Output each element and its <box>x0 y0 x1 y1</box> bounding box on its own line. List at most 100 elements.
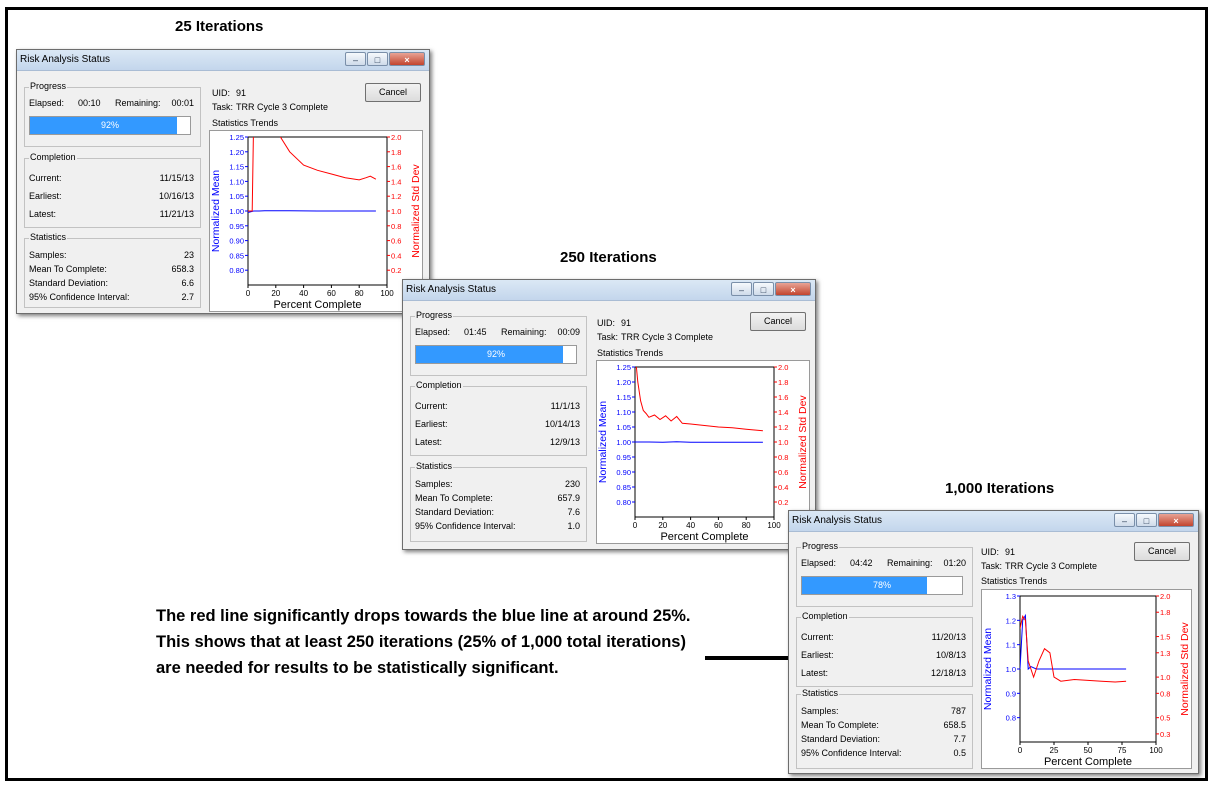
mean-to-complete-value: 658.3 <box>171 264 194 274</box>
current-value: 11/15/13 <box>159 173 194 183</box>
chart-svg: 0 20 40 60 80 100 1.25 1.20 1.15 1.10 1.05 1.00 0.95… <box>210 133 422 311</box>
x-tick-label: 75 <box>1118 746 1127 755</box>
remaining-label: Remaining: <box>887 558 933 568</box>
current-label: Current: <box>801 632 834 642</box>
confidence-interval-value: 2.7 <box>181 292 194 302</box>
y-left-tick-label: 0.9 <box>1006 689 1016 698</box>
samples-label: Samples: <box>801 706 839 716</box>
std-dev-label: Standard Deviation: <box>415 507 495 517</box>
y-right-tick-label: 1.2 <box>391 192 401 201</box>
std-dev-value: 6.6 <box>181 278 194 288</box>
y-right-tick-label: 0.5 <box>1160 714 1170 723</box>
y-left-tick-label: 1.15 <box>229 163 244 172</box>
y-left-tick-label: 0.80 <box>229 266 244 275</box>
progress-bar: 78% <box>801 576 963 595</box>
task-label: Task: <box>597 332 619 342</box>
minimize-button[interactable]: – <box>345 52 366 66</box>
statistics-group: Statistics Samples: 787 Mean To Complete… <box>796 688 973 769</box>
elapsed-value: 04:42 <box>850 558 873 568</box>
progress-percent: 78% <box>872 580 891 590</box>
std-dev-value: 7.6 <box>567 507 580 517</box>
task-value: TRR Cycle 3 Complete <box>1005 561 1098 571</box>
statistics-trends-chart: 0 25 50 75 100 1.3 1.2 1.1 1.0 0.9 0.8 2.0 1.8 1.5 1.3… <box>981 589 1192 769</box>
y-right-tick-label: 0.8 <box>778 453 788 462</box>
y-left-tick-label: 0.80 <box>616 498 631 507</box>
mean-to-complete-value: 657.9 <box>557 493 580 503</box>
close-button[interactable]: × <box>1158 513 1194 527</box>
progress-group: Progress Elapsed: 04:42 Remaining: 01:20… <box>796 541 973 607</box>
y-right-tick-label: 1.8 <box>1160 608 1170 617</box>
progress-percent: 92% <box>100 120 119 130</box>
minimize-button[interactable]: – <box>1114 513 1135 527</box>
window-titlebar: Risk Analysis Status – □ × <box>789 511 1198 532</box>
latest-value: 11/21/13 <box>159 209 194 219</box>
risk-analysis-window-250: Risk Analysis Status – □ × Progress Elap… <box>402 279 816 550</box>
latest-value: 12/18/13 <box>930 668 966 678</box>
uid-value: 91 <box>236 88 247 98</box>
samples-value: 787 <box>950 706 966 716</box>
y-left-tick-label: 0.85 <box>229 251 244 260</box>
cancel-button[interactable]: Cancel <box>1134 542 1190 561</box>
progress-group: Progress Elapsed: 00:10 Remaining: 00:01… <box>24 81 201 147</box>
mean-to-complete-label: Mean To Complete: <box>801 720 879 730</box>
x-tick-label: 100 <box>380 289 394 298</box>
x-tick-label: 80 <box>742 521 751 530</box>
close-button[interactable]: × <box>389 52 425 66</box>
window-title: Risk Analysis Status <box>792 515 883 526</box>
task-label: Task: <box>981 561 1003 571</box>
close-button[interactable]: × <box>775 282 811 296</box>
y-left-axis-title: Normalized Mean <box>210 170 222 252</box>
remaining-value: 00:09 <box>557 327 580 337</box>
minimize-button[interactable]: – <box>731 282 752 296</box>
y-right-tick-label: 1.4 <box>391 177 401 186</box>
latest-label: Latest: <box>29 209 57 219</box>
remaining-label: Remaining: <box>115 98 161 108</box>
y-right-tick-label: 0.6 <box>391 237 401 246</box>
maximize-button[interactable]: □ <box>367 52 388 66</box>
window-title: Risk Analysis Status <box>406 284 497 295</box>
y-left-tick-label: 1.15 <box>616 393 631 402</box>
y-left-tick-label: 1.25 <box>616 363 631 372</box>
earliest-label: Earliest: <box>29 191 62 201</box>
y-right-tick-label: 0.6 <box>778 468 788 477</box>
progress-group-label: Progress <box>801 541 840 551</box>
y-left-tick-label: 1.05 <box>229 192 244 201</box>
elapsed-label: Elapsed: <box>415 327 451 337</box>
y-right-axis-title: Normalized Std Dev <box>1179 622 1191 716</box>
statistics-group-label: Statistics <box>801 688 840 698</box>
y-left-tick-label: 1.20 <box>229 148 244 157</box>
y-right-tick-label: 1.6 <box>391 163 401 172</box>
progress-group: Progress Elapsed: 01:45 Remaining: 00:09… <box>410 310 587 376</box>
x-tick-label: 0 <box>246 289 251 298</box>
y-left-tick-label: 1.00 <box>616 438 631 447</box>
y-right-axis-title: Normalized Std Dev <box>797 395 809 489</box>
elapsed-value: 01:45 <box>464 327 487 337</box>
y-left-tick-label: 1.3 <box>1006 592 1016 601</box>
x-tick-label: 50 <box>1084 746 1093 755</box>
statistics-group-label: Statistics <box>415 461 454 471</box>
y-left-tick-label: 1.1 <box>1006 641 1016 650</box>
earliest-label: Earliest: <box>801 650 834 660</box>
statistics-trends-label: Statistics Trends <box>981 576 1048 586</box>
window-titlebar: Risk Analysis Status – □ × <box>403 280 815 301</box>
confidence-interval-label: 95% Confidence Interval: <box>29 292 130 302</box>
cancel-button[interactable]: Cancel <box>750 312 806 331</box>
samples-value: 230 <box>564 479 580 489</box>
maximize-button[interactable]: □ <box>753 282 774 296</box>
y-right-axis-title: Normalized Std Dev <box>410 164 422 258</box>
current-label: Current: <box>29 173 62 183</box>
cancel-button[interactable]: Cancel <box>365 83 421 102</box>
y-left-tick-label: 0.90 <box>616 468 631 477</box>
y-right-tick-label: 1.0 <box>1160 673 1170 682</box>
progress-percent: 92% <box>486 349 505 359</box>
remaining-value: 00:01 <box>171 98 194 108</box>
samples-label: Samples: <box>29 250 67 260</box>
y-right-tick-label: 0.8 <box>391 222 401 231</box>
earliest-value: 10/14/13 <box>544 419 580 429</box>
uid-value: 91 <box>621 318 632 328</box>
x-tick-label: 20 <box>658 521 667 530</box>
heading-250-iterations: 250 Iterations <box>560 249 657 266</box>
latest-label: Latest: <box>415 437 443 447</box>
maximize-button[interactable]: □ <box>1136 513 1157 527</box>
y-right-tick-label: 1.8 <box>778 378 788 387</box>
